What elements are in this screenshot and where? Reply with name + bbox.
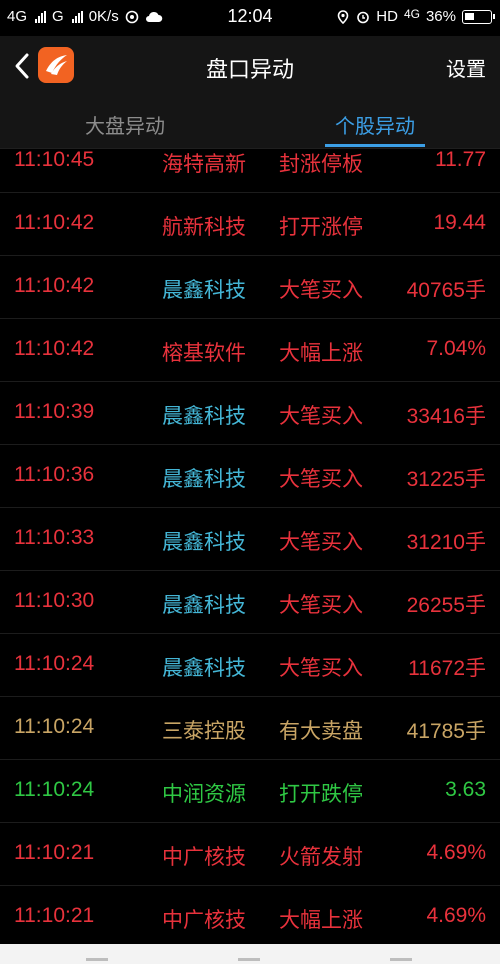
alert-time: 11:10:21 [14, 904, 95, 927]
list-item[interactable]: 11:10:45 海特高新 封涨停板 11.77 [0, 148, 500, 193]
hd-indicator: HD [376, 8, 398, 25]
alert-time: 11:10:30 [14, 589, 95, 612]
alert-value: 40765手 [406, 279, 486, 302]
list-item[interactable]: 11:10:24 晨鑫科技 大笔买入 11672手 [0, 634, 500, 697]
back-icon[interactable] [390, 958, 412, 961]
stock-name: 中广核技 [162, 908, 246, 932]
list-item[interactable]: 11:10:30 晨鑫科技 大笔买入 26255手 [0, 571, 500, 634]
stock-name: 航新科技 [162, 215, 246, 239]
alert-value: 19.44 [433, 211, 486, 234]
battery-percent: 36% [425, 8, 456, 25]
alert-event: 封涨停板 [279, 152, 363, 176]
battery-icon [462, 9, 495, 24]
network-type-3: 4G [403, 6, 420, 21]
stock-name: 中润资源 [162, 782, 246, 806]
list-item[interactable]: 11:10:42 榕基软件 大幅上涨 7.04% [0, 319, 500, 382]
header: 盘口异动 设置 [0, 36, 500, 96]
alert-time: 11:10:24 [14, 652, 95, 675]
alert-time: 11:10:45 [14, 148, 95, 171]
alert-time: 11:10:21 [14, 841, 95, 864]
alert-event: 大笔买入 [279, 593, 363, 617]
alert-time: 11:10:42 [14, 274, 95, 297]
alert-value: 31210手 [406, 531, 486, 554]
list-item[interactable]: 11:10:33 晨鑫科技 大笔买入 31210手 [0, 508, 500, 571]
status-bar: 4G G 0K/s 12:04 HD 4G 36% [0, 0, 500, 36]
stock-name: 晨鑫科技 [162, 278, 246, 302]
alert-value: 31225手 [406, 468, 486, 491]
app-logo-icon [46, 55, 67, 75]
stock-name: 海特高新 [162, 152, 246, 176]
stock-name: 晨鑫科技 [162, 467, 246, 491]
app-logo [38, 47, 74, 83]
stock-name: 晨鑫科技 [162, 593, 246, 617]
alert-value: 4.69% [426, 904, 486, 927]
alert-time: 11:10:39 [14, 400, 95, 423]
alert-event: 打开跌停 [279, 782, 363, 806]
alert-value: 33416手 [406, 405, 486, 428]
alert-event: 大笔买入 [279, 530, 363, 554]
menu-icon[interactable] [86, 958, 108, 961]
list-item[interactable]: 11:10:42 晨鑫科技 大笔买入 40765手 [0, 256, 500, 319]
alert-time: 11:10:42 [14, 337, 95, 360]
alert-event: 大笔买入 [279, 656, 363, 680]
alert-event: 有大卖盘 [279, 719, 363, 743]
stock-alert-list[interactable]: 11:10:45 海特高新 封涨停板 11.77 11:10:42 航新科技 打开涨停 19.… [0, 148, 500, 944]
tab-bar: 大盘异动 个股异动 [0, 96, 500, 149]
list-item[interactable]: 11:10:21 中广核技 火箭发射 4.69% [0, 823, 500, 886]
alert-event: 打开涨停 [279, 215, 363, 239]
alert-event: 大笔买入 [279, 278, 363, 302]
alert-value: 11.77 [435, 148, 486, 171]
alert-value: 7.04% [426, 337, 486, 360]
alert-time: 11:10:24 [14, 715, 95, 738]
active-tab-indicator [325, 144, 425, 147]
alert-event: 大笔买入 [279, 467, 363, 491]
list-item[interactable]: 11:10:36 晨鑫科技 大笔买入 31225手 [0, 445, 500, 508]
alert-time: 11:10:24 [14, 778, 95, 801]
alert-time: 11:10:36 [14, 463, 95, 486]
stock-name: 榕基软件 [162, 341, 246, 365]
tab-market-changes[interactable]: 大盘异动 [0, 110, 250, 139]
alert-value: 3.63 [445, 778, 486, 801]
list-item[interactable]: 11:10:24 中润资源 打开跌停 3.63 [0, 760, 500, 823]
alert-time: 11:10:33 [14, 526, 95, 549]
alarm-icon [357, 11, 370, 23]
alert-event: 大幅上涨 [279, 908, 363, 932]
alert-value: 4.69% [426, 841, 486, 864]
page-title: 盘口异动 [205, 58, 294, 83]
home-icon[interactable] [238, 958, 260, 961]
back-arrow-icon[interactable] [10, 51, 34, 81]
stock-name: 三泰控股 [162, 719, 246, 743]
alert-time: 11:10:42 [14, 211, 95, 234]
system-nav-bar [0, 944, 500, 964]
alert-value: 11672手 [408, 657, 486, 680]
alert-value: 26255手 [406, 594, 486, 617]
list-item[interactable]: 11:10:39 晨鑫科技 大笔买入 33416手 [0, 382, 500, 445]
alert-event: 大笔买入 [279, 404, 363, 428]
list-item[interactable]: 11:10:42 航新科技 打开涨停 19.44 [0, 193, 500, 256]
stock-name: 中广核技 [162, 845, 246, 869]
alert-event: 火箭发射 [279, 845, 363, 869]
location-icon [337, 9, 349, 24]
alert-event: 大幅上涨 [279, 341, 363, 365]
stock-name: 晨鑫科技 [162, 656, 246, 680]
list-item[interactable]: 11:10:21 中广核技 大幅上涨 4.69% [0, 886, 500, 944]
stock-name: 晨鑫科技 [162, 530, 246, 554]
list-item[interactable]: 11:10:24 三泰控股 有大卖盘 41785手 [0, 697, 500, 760]
alert-value: 41785手 [406, 720, 486, 743]
tab-stock-changes[interactable]: 个股异动 [250, 110, 500, 139]
stock-name: 晨鑫科技 [162, 404, 246, 428]
settings-button[interactable]: 设置 [446, 53, 486, 82]
